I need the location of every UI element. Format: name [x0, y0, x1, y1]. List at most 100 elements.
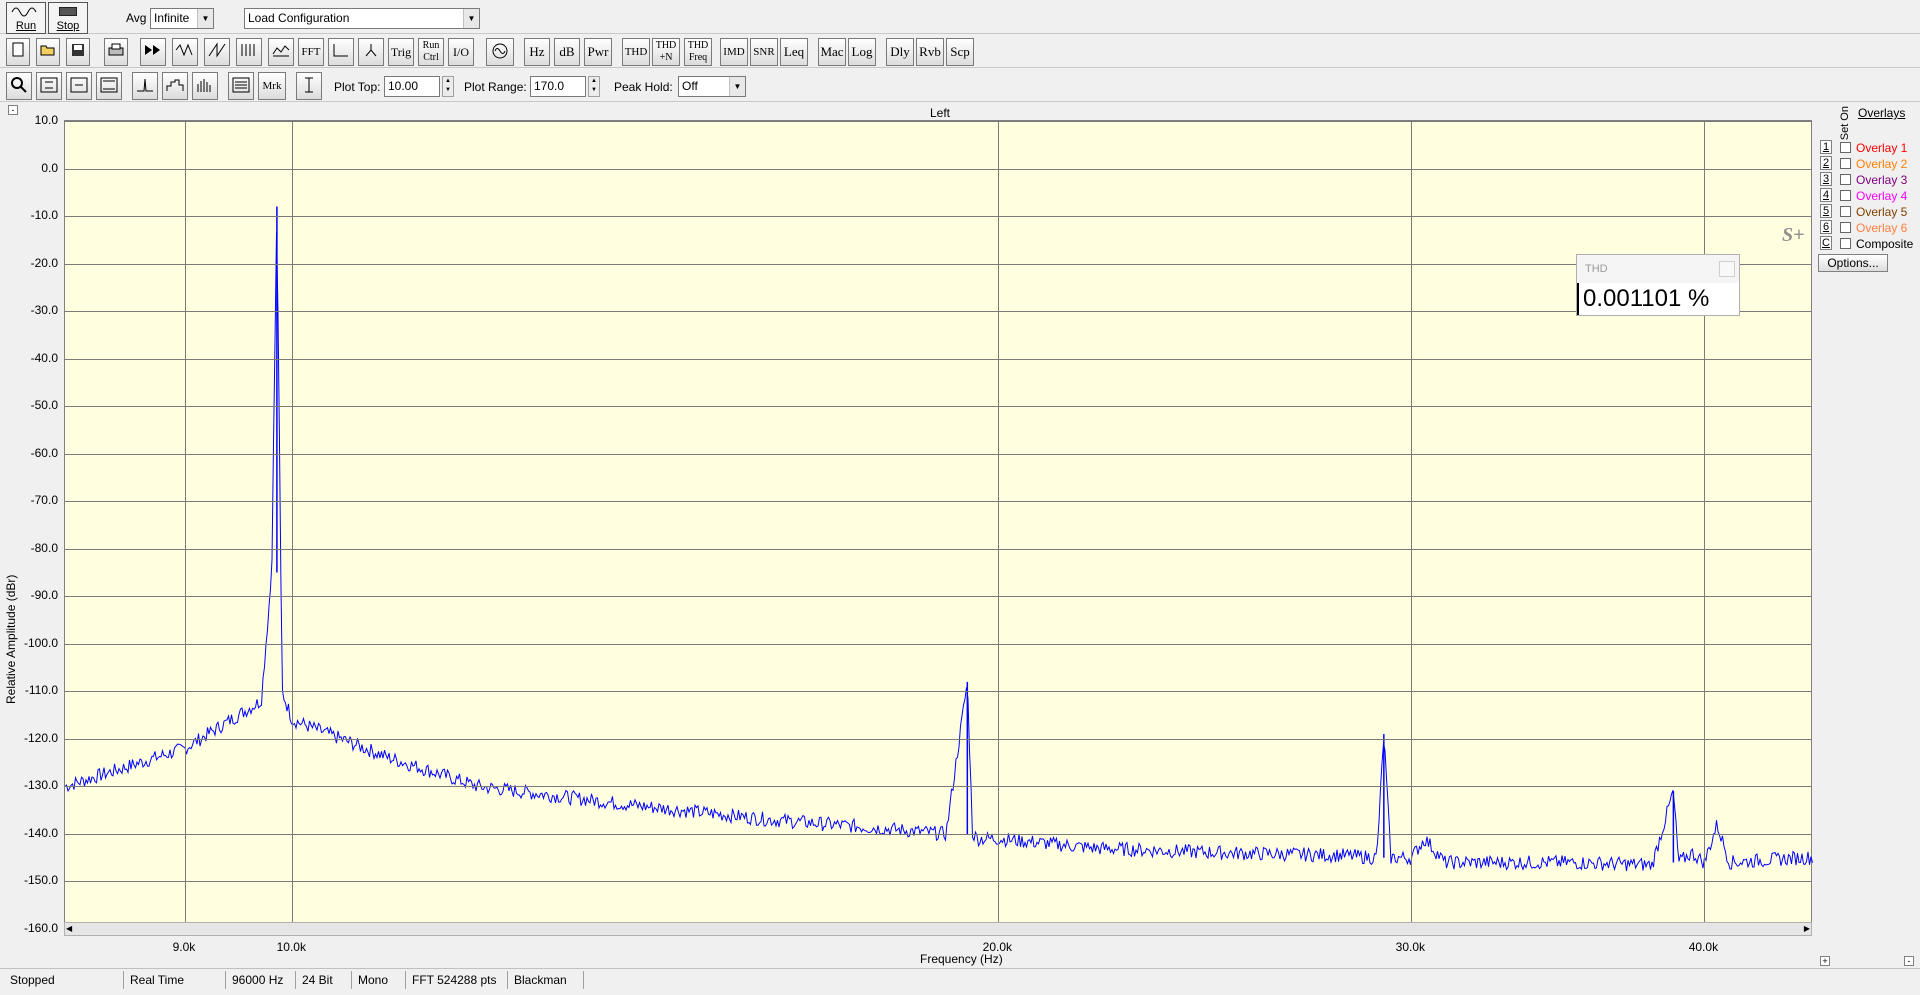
- overlay-row[interactable]: 6 Overlay 6: [1818, 220, 1920, 236]
- overlay-checkbox[interactable]: [1840, 174, 1851, 185]
- grid-line-h: [65, 358, 1811, 360]
- overlay-set-button[interactable]: 2: [1820, 156, 1832, 170]
- zoom-in-2x-icon[interactable]: [36, 72, 62, 100]
- overlay-row[interactable]: 5 Overlay 5: [1818, 204, 1920, 220]
- plot-top-spinner[interactable]: ▲ ▼: [442, 76, 454, 97]
- fast-forward-icon[interactable]: [140, 38, 166, 66]
- overlay-row[interactable]: C Composite: [1818, 236, 1920, 252]
- grid-line-h: [65, 168, 1811, 170]
- waveform-icon[interactable]: [172, 38, 198, 66]
- mrk-button[interactable]: Mrk: [258, 72, 286, 100]
- overlay-set-button[interactable]: 1: [1820, 140, 1832, 154]
- grid-line-h: [65, 881, 1811, 883]
- scroll-left-icon[interactable]: ◀: [66, 924, 72, 933]
- overlay-checkbox[interactable]: [1840, 206, 1851, 217]
- overlay-row[interactable]: 1 Overlay 1: [1818, 140, 1920, 156]
- pwr-button[interactable]: Pwr: [584, 38, 612, 66]
- grid-line-h: [65, 786, 1811, 788]
- dly-button[interactable]: Dly: [886, 38, 914, 66]
- leq-button[interactable]: Leq: [780, 38, 808, 66]
- hz-button[interactable]: Hz: [524, 38, 550, 66]
- options-button[interactable]: Options...: [1818, 254, 1888, 272]
- y-tick-label: -130.0: [23, 778, 58, 793]
- overlay-row[interactable]: 2 Overlay 2: [1818, 156, 1920, 172]
- rvb-button[interactable]: Rvb: [916, 38, 944, 66]
- plot-range-label: Plot Range:: [464, 80, 527, 94]
- peak-hold-select[interactable]: Off ▼: [678, 76, 746, 97]
- overlay-checkbox[interactable]: [1840, 238, 1851, 249]
- y-tick-label: -150.0: [23, 873, 58, 888]
- generator-icon[interactable]: [486, 38, 514, 66]
- snr-button[interactable]: SNR: [750, 38, 778, 66]
- grid-line-v: [1411, 121, 1413, 927]
- open-folder-icon[interactable]: [36, 38, 60, 66]
- grid-line-h: [65, 691, 1811, 693]
- spectrum-icon[interactable]: [328, 38, 354, 66]
- scope-icon[interactable]: [358, 38, 384, 66]
- overlay-set-button[interactable]: 5: [1820, 204, 1832, 218]
- thd-header: THD: [1577, 255, 1739, 283]
- zoom-full-icon[interactable]: [96, 72, 122, 100]
- collapse-panel-icon[interactable]: -: [1904, 956, 1914, 966]
- db-button[interactable]: dB: [554, 38, 580, 66]
- overlays-title: Overlays: [1858, 106, 1906, 120]
- horizontal-scrollbar[interactable]: ◀ ▶: [64, 922, 1812, 936]
- overlay-checkbox[interactable]: [1840, 158, 1851, 169]
- zoom-out-2x-icon[interactable]: [66, 72, 92, 100]
- plot-range-spinner[interactable]: ▲ ▼: [588, 76, 600, 97]
- overlay-checkbox[interactable]: [1840, 142, 1851, 153]
- run-ctrl-button[interactable]: Run Ctrl: [418, 38, 444, 66]
- imd-button[interactable]: IMD: [720, 38, 748, 66]
- overlay-checkbox[interactable]: [1840, 190, 1851, 201]
- overlay-row[interactable]: 3 Overlay 3: [1818, 172, 1920, 188]
- list-view-icon[interactable]: [228, 72, 254, 100]
- y-tick-label: -30.0: [30, 303, 58, 318]
- thd-freq-button[interactable]: THD Freq: [684, 38, 712, 66]
- plot-top-input[interactable]: 10.00: [384, 76, 440, 97]
- thd-readout[interactable]: THD 0.001101 %: [1576, 254, 1740, 316]
- y-tick-label: 0.0: [41, 160, 58, 175]
- overlay-checkbox[interactable]: [1840, 222, 1851, 233]
- close-icon[interactable]: [1719, 261, 1735, 277]
- bar-view-icon[interactable]: [192, 72, 218, 100]
- scroll-right-icon[interactable]: ▶: [1804, 924, 1810, 933]
- expand-icon[interactable]: +: [1820, 956, 1830, 966]
- avg-select[interactable]: Infinite ▼: [150, 8, 214, 29]
- scp-button[interactable]: Scp: [946, 38, 974, 66]
- plot-range-input[interactable]: 170.0: [530, 76, 586, 97]
- io-button[interactable]: I/O: [448, 38, 474, 66]
- overlay-set-button[interactable]: C: [1820, 236, 1832, 250]
- y-tick-label: 10.0: [34, 113, 58, 127]
- overlay-row[interactable]: 4 Overlay 4: [1818, 188, 1920, 204]
- y-tick-label: -20.0: [30, 255, 58, 270]
- avg-value: Infinite: [154, 11, 190, 25]
- overlay-label: Overlay 2: [1856, 157, 1908, 171]
- fft-button[interactable]: FFT: [298, 38, 324, 66]
- y-tick-label: -10.0: [30, 208, 58, 223]
- overlay-set-button[interactable]: 6: [1820, 220, 1832, 234]
- spectrogram-icon[interactable]: [236, 38, 262, 66]
- overlay-set-button[interactable]: 4: [1820, 188, 1832, 202]
- spectrum-plot[interactable]: [64, 120, 1813, 930]
- save-icon[interactable]: [66, 38, 90, 66]
- new-file-icon[interactable]: [6, 38, 30, 66]
- print-icon[interactable]: [104, 38, 128, 66]
- cursor-icon[interactable]: [296, 72, 322, 100]
- log-button[interactable]: Log: [848, 38, 876, 66]
- overlay-set-button[interactable]: 3: [1820, 172, 1832, 186]
- thd-n-button[interactable]: THD +N: [652, 38, 680, 66]
- config-select[interactable]: Load Configuration ▼: [244, 8, 480, 29]
- run-button[interactable]: Run: [6, 2, 46, 34]
- ramp-icon[interactable]: [204, 38, 230, 66]
- waterfall-icon[interactable]: [268, 38, 294, 66]
- octave-view-icon[interactable]: [162, 72, 188, 100]
- y-tick-label: -120.0: [23, 730, 58, 745]
- zoom-icon[interactable]: [6, 72, 32, 100]
- thd-button[interactable]: THD: [622, 38, 650, 66]
- peak-view-icon[interactable]: [132, 72, 158, 100]
- x-tick-label: 10.0k: [276, 940, 306, 954]
- mac-button[interactable]: Mac: [818, 38, 846, 66]
- trig-button[interactable]: Trig: [388, 38, 414, 66]
- stop-button[interactable]: Stop: [48, 2, 88, 34]
- grid-line-h: [65, 121, 1811, 122]
